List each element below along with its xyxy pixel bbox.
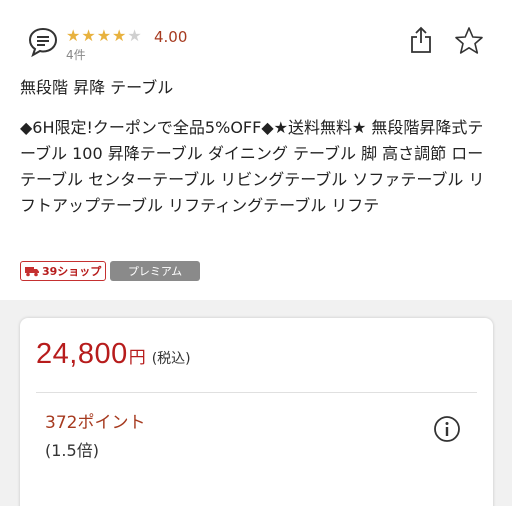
review-count: 4件 bbox=[66, 48, 86, 62]
star-outline-icon[interactable] bbox=[454, 26, 484, 56]
price-currency: 円 bbox=[128, 348, 146, 368]
product-short-title: 無段階 昇降 テーブル bbox=[20, 78, 174, 97]
chat-bubble-icon bbox=[28, 27, 58, 58]
price-tax-note: (税込) bbox=[151, 351, 191, 367]
shop-badge-label: 39ショップ bbox=[42, 265, 102, 278]
review-row[interactable]: ★★★★★ 4.00 4件 bbox=[28, 26, 498, 66]
rating-stars: ★★★★★ bbox=[66, 26, 143, 46]
premium-badge: プレミアム bbox=[110, 261, 200, 281]
product-description: ◆6H限定!クーポンで全品5%OFF◆★送料無料★ 無段階昇降式テーブル 100… bbox=[20, 118, 485, 215]
product-header: ★★★★★ 4.00 4件 無段階 昇降 テーブル ◆6H限定!クーポンで全品5… bbox=[0, 0, 512, 300]
share-icon[interactable] bbox=[409, 26, 433, 54]
divider bbox=[36, 392, 477, 393]
star-filled-icon: ★ bbox=[81, 26, 97, 45]
points-value: 372ポイント bbox=[45, 413, 146, 433]
star-filled-icon: ★ bbox=[112, 26, 128, 45]
price-card: 24,800円 (税込) 372ポイント (1.5倍) bbox=[20, 318, 493, 506]
shop-badge: 39ショップ bbox=[20, 261, 106, 281]
price-row: 24,800円 (税込) bbox=[36, 338, 476, 374]
points-rate: (1.5倍) bbox=[45, 441, 99, 460]
rating-value: 4.00 bbox=[154, 28, 188, 46]
info-icon[interactable] bbox=[433, 415, 461, 443]
star-empty-icon: ★ bbox=[127, 26, 143, 45]
star-filled-icon: ★ bbox=[96, 26, 113, 45]
star-filled-icon: ★ bbox=[66, 26, 82, 45]
price-amount: 24,800 bbox=[36, 338, 128, 370]
truck-icon bbox=[25, 266, 39, 276]
